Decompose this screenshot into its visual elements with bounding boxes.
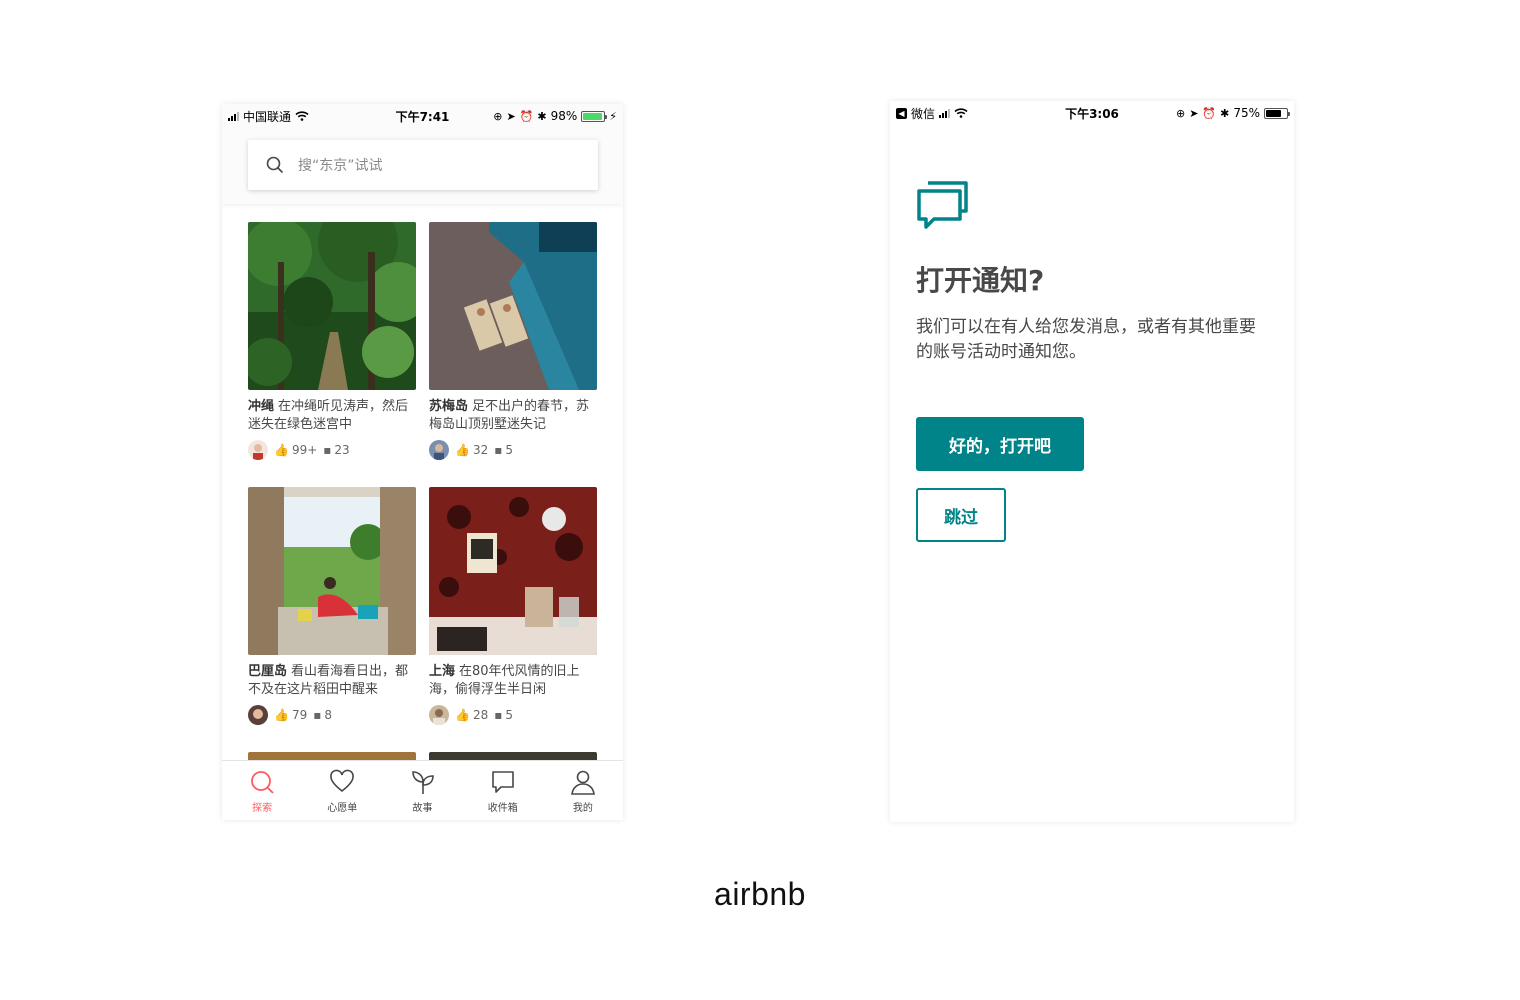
enable-notifications-button[interactable]: 好的，打开吧	[916, 417, 1084, 471]
tab-profile[interactable]: 我的	[543, 761, 623, 820]
avatar[interactable]	[248, 440, 268, 460]
charging-icon: ⚡	[609, 109, 617, 123]
thumbs-up-icon: 👍	[274, 443, 289, 457]
story-card[interactable]: 冲绳 在冲绳听见涛声，然后迷失在绿色迷宫中 👍 99+ ▪ 23	[248, 222, 416, 460]
like-count: 28	[472, 708, 489, 722]
story-photo-vintage-room	[429, 487, 597, 655]
tab-stories[interactable]: 故事	[382, 761, 462, 820]
comment-count: 23	[334, 443, 350, 457]
brand-caption: airbnb	[714, 876, 806, 912]
rotation-lock-icon: ⊕	[1175, 106, 1186, 120]
search-header: 搜“东京”试试	[222, 128, 623, 204]
status-bar: ◀ 微信 下午3:06 ⊕ ➤ ⏰ ✱ 75%	[890, 101, 1294, 125]
search-icon	[251, 771, 274, 794]
story-place: 冲绳	[248, 399, 275, 414]
story-photo-rice-field	[248, 487, 416, 655]
tab-label: 故事	[412, 803, 433, 814]
tab-explore[interactable]: 探索	[222, 761, 302, 820]
message-icon	[491, 771, 514, 793]
story-card[interactable]: 巴厘岛 看山看海看日出，都不及在这片稻田中醒来 👍 79 ▪ 8	[248, 487, 416, 725]
battery-icon	[581, 110, 608, 122]
likes[interactable]: 👍 32	[455, 443, 488, 457]
alarm-icon: ⏰	[1202, 106, 1217, 120]
avatar[interactable]	[248, 705, 268, 725]
wifi-icon	[954, 108, 968, 118]
story-place: 苏梅岛	[429, 399, 469, 414]
comment-icon: ▪	[313, 708, 322, 722]
carrier-label: 中国联通	[243, 109, 292, 124]
comment-icon: ▪	[323, 443, 332, 457]
story-photo-forest	[248, 222, 416, 390]
location-icon: ➤	[1189, 106, 1199, 120]
comments[interactable]: ▪ 5	[494, 708, 513, 722]
tab-label: 心愿单	[327, 803, 358, 814]
tab-wishlist[interactable]: 心愿单	[302, 761, 382, 820]
user-icon	[570, 770, 595, 795]
avatar[interactable]	[429, 705, 449, 725]
comments[interactable]: ▪ 5	[494, 443, 513, 457]
rotation-lock-icon: ⊕	[493, 109, 503, 123]
thumbs-up-icon: 👍	[274, 708, 289, 722]
explore-screen: 中国联通 下午7:41 ⊕ ➤ ⏰ ✱ 98% ⚡ 搜“东京”试试 冲绳 在冲绳…	[222, 104, 623, 820]
heart-icon	[330, 769, 355, 793]
search-input[interactable]: 搜“东京”试试	[248, 140, 598, 190]
comment-count: 5	[505, 708, 514, 722]
bluetooth-icon: ✱	[537, 109, 547, 123]
back-to-app-icon[interactable]: ◀	[896, 107, 907, 119]
skip-button[interactable]: 跳过	[916, 488, 1006, 542]
thumbs-up-icon: 👍	[455, 708, 470, 722]
signal-icon	[228, 111, 239, 121]
chat-bubbles-icon	[917, 181, 968, 229]
avatar[interactable]	[429, 440, 449, 460]
signal-icon	[939, 108, 951, 118]
location-icon: ➤	[506, 109, 516, 123]
story-place: 上海	[429, 664, 456, 679]
tab-label: 探索	[252, 803, 273, 814]
like-count: 79	[291, 708, 308, 722]
comment-icon: ▪	[494, 443, 503, 457]
comment-icon: ▪	[494, 708, 503, 722]
comments[interactable]: ▪ 23	[323, 443, 349, 457]
like-count: 32	[472, 443, 489, 457]
tab-label: 收件箱	[487, 803, 518, 814]
page-title: 打开通知?	[916, 264, 1045, 297]
comment-count: 8	[324, 708, 333, 722]
battery-percent: 98%	[550, 109, 578, 123]
tab-inbox[interactable]: 收件箱	[463, 761, 543, 820]
search-placeholder: 搜“东京”试试	[298, 158, 383, 174]
thumbs-up-icon: 👍	[455, 443, 470, 457]
search-icon	[266, 156, 284, 174]
battery-icon	[1264, 107, 1290, 119]
likes[interactable]: 👍 79	[274, 708, 307, 722]
tab-label: 我的	[572, 803, 593, 814]
alarm-icon: ⏰	[519, 109, 534, 123]
story-card[interactable]: 苏梅岛 足不出户的春节，苏梅岛山顶别墅迷失记 👍 32 ▪ 5	[429, 222, 597, 460]
notification-prompt-screen: ◀ 微信 下午3:06 ⊕ ➤ ⏰ ✱ 75% 打开通知? 我们可以在有人给您发…	[890, 101, 1294, 822]
sprout-icon	[411, 771, 434, 794]
back-app-label[interactable]: 微信	[911, 105, 935, 122]
clock: 下午3:06	[1065, 106, 1119, 121]
body-text: 我们可以在有人给您发消息，或者有其他重要的账号活动时通知您。	[916, 317, 1256, 362]
comments[interactable]: ▪ 8	[313, 708, 332, 722]
likes[interactable]: 👍 99+	[274, 443, 317, 457]
like-count: 99+	[291, 443, 318, 457]
comment-count: 5	[505, 443, 514, 457]
story-place: 巴厘岛	[248, 664, 288, 679]
bluetooth-icon: ✱	[1220, 106, 1230, 120]
wifi-icon	[295, 111, 309, 121]
likes[interactable]: 👍 28	[455, 708, 488, 722]
story-photo-pool	[429, 222, 597, 390]
clock: 下午7:41	[395, 109, 450, 124]
tab-bar: 探索 心愿单 故事 收件箱 我的	[222, 760, 623, 820]
status-bar: 中国联通 下午7:41 ⊕ ➤ ⏰ ✱ 98% ⚡	[222, 104, 623, 128]
battery-percent: 75%	[1233, 106, 1260, 120]
story-card[interactable]: 上海 在80年代风情的旧上海，偷得浮生半日闲 👍 28 ▪ 5	[429, 487, 597, 725]
